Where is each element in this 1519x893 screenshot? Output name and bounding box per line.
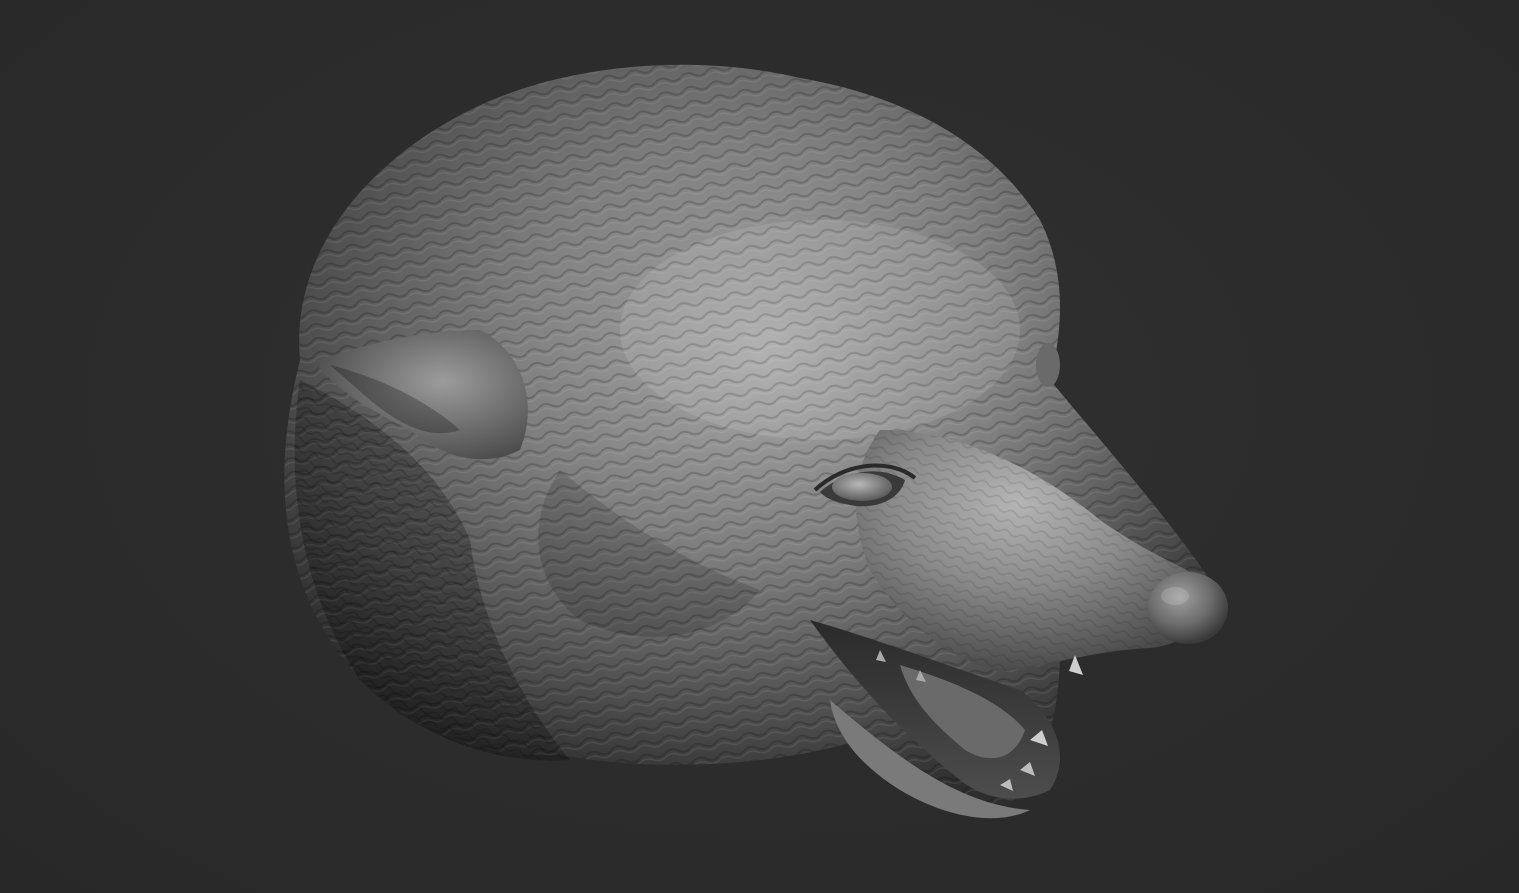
viewport-canvas[interactable]: [0, 0, 1519, 893]
nose: [1148, 572, 1228, 644]
forehead-highlight: [620, 220, 1020, 440]
far-eye: [1036, 343, 1060, 387]
wolf-head-sculpt: [284, 64, 1228, 819]
